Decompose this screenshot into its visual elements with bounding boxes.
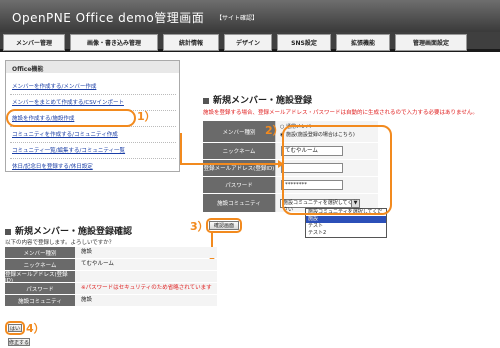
cell-value: ※パスワードはセキュリティのため省略されています [75, 283, 217, 294]
tab-sns-settings[interactable]: SNS設定 [277, 34, 331, 51]
highlight-yes-button [5, 321, 25, 335]
tab-images[interactable]: 画像・書き込み管理 [70, 34, 158, 51]
cell-label: メンバー種別 [5, 247, 75, 258]
table-row: 施設コミュニティ 施設 [5, 295, 217, 306]
sidebar-item-community-create[interactable]: コミュニティを作成する/コミュニティ作成 [12, 130, 118, 140]
table-row: ニックネーム てむやルーム [5, 259, 217, 270]
sidebar-heading: Office機能 [6, 61, 179, 73]
tab-extensions[interactable]: 拡張機能 [336, 34, 390, 51]
facility-warning: 施設を登録する場合、登録メールアドレス・パスワードは自動的に生成されるので入力す… [203, 110, 478, 116]
dropdown-option[interactable]: テスト [306, 223, 386, 230]
table-row: 登録メールアドレス(登録ID) [5, 271, 217, 284]
section-marker-icon [203, 97, 209, 104]
app-title: OpenPNE Office demo管理画面 [12, 11, 205, 25]
step-2-label: 2） [265, 124, 284, 137]
register-title: 新規メンバー・施設登録 [203, 93, 312, 106]
divider [10, 158, 176, 159]
cell-label: 登録メールアドレス(登録ID) [5, 271, 75, 284]
arrow-line [180, 163, 280, 165]
label-password: パスワード [203, 177, 275, 193]
arrow-right-icon [278, 160, 284, 168]
cell-value [75, 271, 217, 282]
highlight-form-fields [282, 125, 392, 215]
label-nickname: ニックネーム [203, 143, 275, 159]
step-4-label: 4） [26, 322, 45, 335]
main-nav: メンバー管理 画像・書き込み管理 統計情報 デザイン SNS設定 拡張機能 管理… [0, 32, 500, 52]
cell-label: 施設コミュニティ [5, 295, 75, 306]
cell-label: パスワード [5, 283, 75, 294]
confirm-subtitle: 以下の内容で登録します。よろしいですか？ [5, 240, 115, 246]
sidebar-item-member-create[interactable]: メンバーを作成する/メンバー作成 [12, 82, 96, 92]
sidebar-item-csv-import[interactable]: メンバーをまとめて作成する/CSVインポート [12, 98, 124, 108]
step-1-label: 1） [137, 110, 156, 123]
dropdown-option-selected[interactable]: 施設 [306, 216, 386, 223]
cell-label: ニックネーム [5, 259, 75, 270]
sidebar-item-holiday[interactable]: 休日/記念日を登録する/休日設定 [12, 162, 93, 172]
header-bar: OpenPNE Office demo管理画面 【サイト確認】 [0, 0, 500, 32]
highlight-confirm-button [206, 218, 242, 233]
step-3-label: 3） [190, 220, 209, 233]
dropdown-option[interactable]: テスト2 [306, 230, 386, 237]
confirm-title: 新規メンバー・施設登録確認 [5, 224, 132, 237]
table-row: メンバー種別 施設 [5, 247, 217, 258]
cell-value: 施設 [75, 247, 217, 258]
sidebar-item-community-list[interactable]: コミュニティ一覧/編集する/コミュニティ一覧 [12, 146, 125, 156]
arrow-line [180, 133, 182, 165]
edit-button[interactable]: 修正する [8, 338, 30, 346]
cell-value: てむやルーム [75, 259, 217, 270]
tab-design[interactable]: デザイン [224, 34, 272, 51]
section-marker-icon [5, 228, 11, 235]
label-community: 施設コミュニティ [203, 194, 275, 212]
highlight-facility-create [6, 109, 136, 127]
tab-member[interactable]: メンバー管理 [3, 34, 65, 51]
tab-stats[interactable]: 統計情報 [163, 34, 219, 51]
site-check-link[interactable]: 【サイト確認】 [216, 13, 258, 22]
cell-value: 施設 [75, 295, 217, 306]
table-row: パスワード ※パスワードはセキュリティのため省略されています [5, 283, 217, 294]
divider [10, 94, 176, 95]
tab-admin-settings[interactable]: 管理画面設定 [395, 34, 467, 51]
divider [10, 142, 176, 143]
